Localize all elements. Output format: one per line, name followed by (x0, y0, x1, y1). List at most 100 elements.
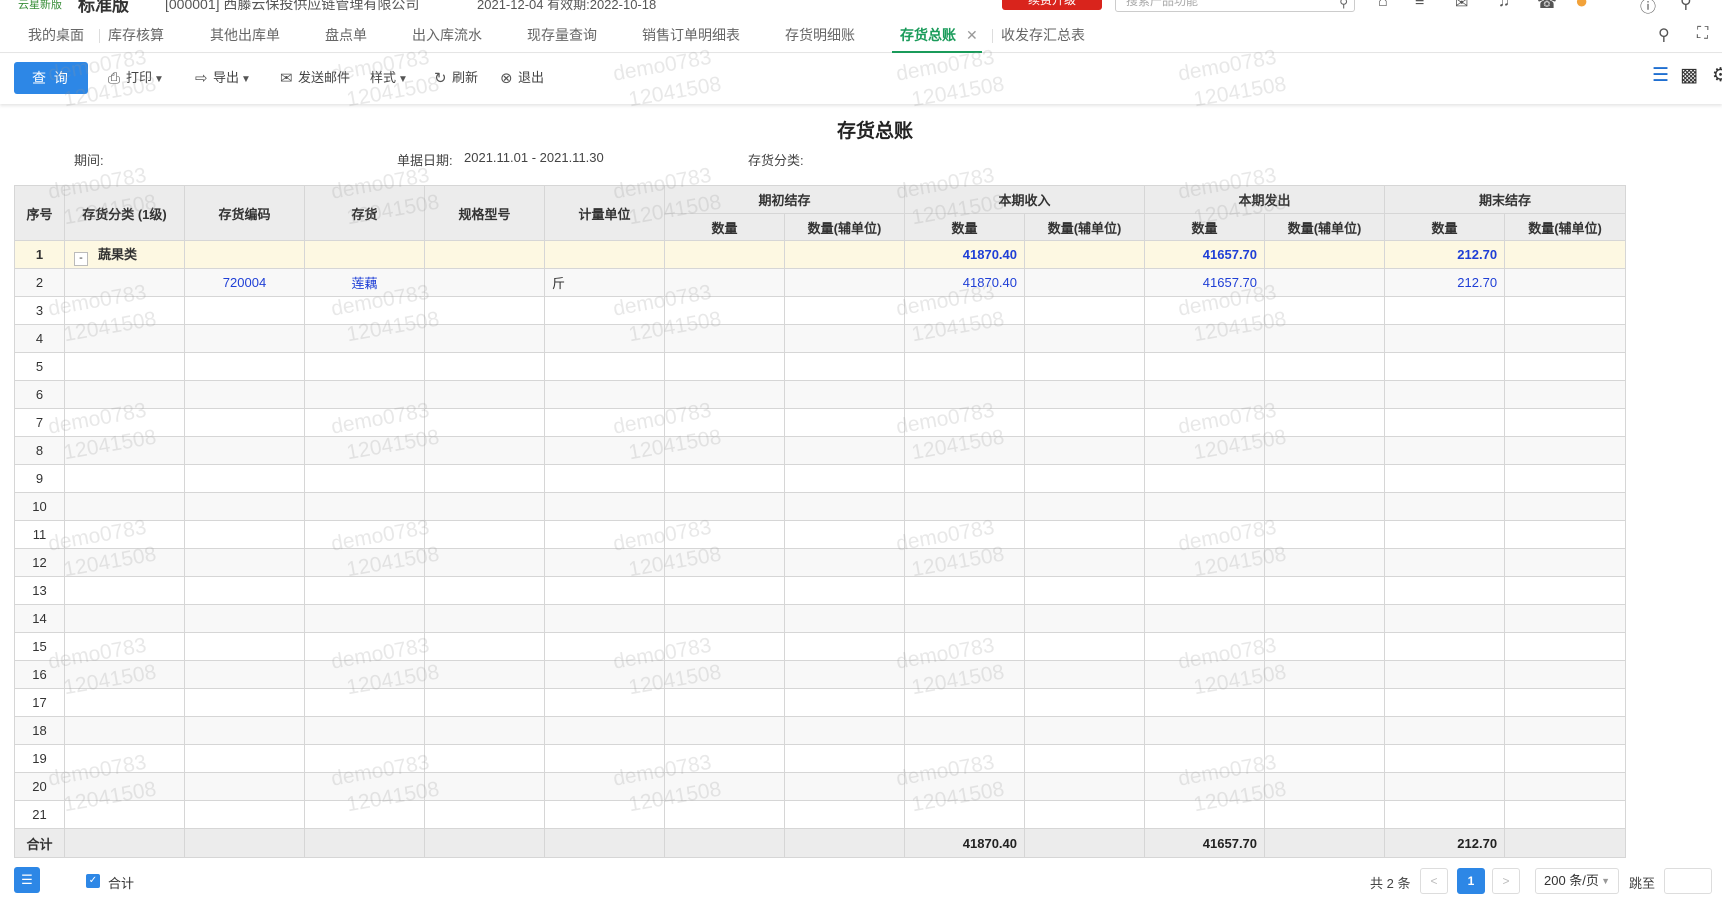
cell-item[interactable]: 莲藕 (304, 268, 425, 297)
settings-icon[interactable]: ⚙ (1712, 64, 1722, 87)
tab-inout-summary[interactable]: 收发存汇总表 (1001, 16, 1085, 53)
header-qty[interactable]: 数量 (904, 213, 1026, 241)
tab-sales-order-detail[interactable]: 销售订单明细表 (642, 16, 740, 53)
header-seq[interactable]: 序号 (14, 185, 65, 241)
header-category[interactable]: 存货分类 (1级) (64, 185, 185, 241)
cell-code (184, 408, 305, 437)
list-view-icon[interactable]: ☰ (1652, 64, 1669, 87)
cell-spec (424, 548, 545, 577)
send-email-label: 发送邮件 (298, 70, 351, 85)
table-row[interactable]: 14 (14, 604, 1627, 633)
tab-stocktake[interactable]: 盘点单 (325, 16, 367, 53)
tab-current-stock[interactable]: 现存量查询 (527, 16, 597, 53)
cell-unit (544, 772, 665, 801)
renew-button[interactable]: 续费升级 (1002, 0, 1102, 10)
send-email-button[interactable]: ✉ 发送邮件 (280, 62, 350, 94)
home-icon[interactable]: ⌂ (1378, 0, 1388, 11)
table-row[interactable]: 1- 蔬果类 41870.40 41657.70 212.70 (14, 240, 1627, 269)
table-row[interactable]: 17 (14, 688, 1627, 717)
message-icon[interactable]: ✉ (1455, 0, 1468, 13)
cell-end-qty (1384, 520, 1506, 549)
cell-spec (424, 716, 545, 745)
avatar[interactable]: ● (1575, 0, 1588, 14)
header-qty[interactable]: 数量 (1384, 213, 1506, 241)
help-icon[interactable]: ⓘ (1640, 0, 1656, 16)
fullscreen-icon[interactable]: ⛶ (1697, 25, 1708, 43)
table-row[interactable]: 11 (14, 520, 1627, 549)
table-row[interactable]: 15 (14, 632, 1627, 661)
cell-out-aux (1264, 520, 1386, 549)
exit-button[interactable]: ⊗ 退出 (500, 62, 544, 94)
column-settings-button[interactable]: ☰ (14, 867, 40, 893)
cell-out-aux (1264, 464, 1386, 493)
tab-close-icon[interactable]: ✕ (966, 16, 978, 54)
header-qty-aux[interactable]: 数量(辅单位) (1504, 213, 1627, 241)
chart-view-icon[interactable]: ▩ (1680, 64, 1698, 87)
global-search-input[interactable]: 搜索产品功能 ⚲ (1115, 0, 1355, 12)
cell-unit (544, 688, 665, 717)
table-row[interactable]: 2 720004 莲藕 斤 41870.40 41657.70 212.70 (14, 268, 1627, 297)
export-button[interactable]: ⇨ 导出 ▼ (195, 62, 251, 94)
table-row[interactable]: 4 (14, 324, 1627, 353)
style-button[interactable]: 样式 ▼ (370, 62, 408, 94)
table-row[interactable]: 12 (14, 548, 1627, 577)
header-qty[interactable]: 数量 (664, 213, 785, 241)
search-icon[interactable]: ⚲ (1339, 0, 1348, 13)
cell-in-qty: 41870.40 (904, 268, 1026, 297)
table-row[interactable]: 8 (14, 436, 1627, 465)
collapse-toggle-icon[interactable]: - (74, 251, 88, 266)
next-page-button[interactable]: > (1492, 868, 1520, 894)
prev-page-button[interactable]: < (1420, 868, 1448, 894)
total-checkbox[interactable]: ✓ (86, 874, 100, 888)
header-code[interactable]: 存货编码 (184, 185, 305, 241)
jump-page-input[interactable] (1664, 868, 1712, 894)
header-qty[interactable]: 数量 (1144, 213, 1266, 241)
tab-inventory-general-ledger[interactable]: 存货总账 (892, 16, 982, 53)
page-size-select[interactable]: 200 条/页 ▼ (1535, 868, 1619, 894)
table-row[interactable]: 10 (14, 492, 1627, 521)
cell-in-qty (904, 772, 1026, 801)
tab-inventory-detail-ledger[interactable]: 存货明细账 (785, 16, 855, 53)
header-item[interactable]: 存货 (304, 185, 425, 241)
cell-end-aux (1504, 548, 1627, 577)
header-unit[interactable]: 计量单位 (544, 185, 665, 241)
table-row[interactable]: 19 (14, 744, 1627, 773)
task-list-icon[interactable]: ≡ (1415, 0, 1424, 11)
search-icon[interactable]: ⚲ (1658, 25, 1670, 45)
cell-category (64, 548, 185, 577)
phone-icon[interactable]: ☎ (1537, 0, 1557, 13)
user-icon[interactable]: ⚲ (1680, 0, 1692, 13)
refresh-button[interactable]: ↻ 刷新 (434, 62, 478, 94)
table-row[interactable]: 13 (14, 576, 1627, 605)
print-button[interactable]: ⎙ 打印 ▼ (108, 62, 164, 94)
table-row[interactable]: 16 (14, 660, 1627, 689)
cell-code (184, 632, 305, 661)
bell-icon[interactable]: ♫ (1498, 0, 1510, 11)
cell-unit (544, 324, 665, 353)
table-row[interactable]: 5 (14, 352, 1627, 381)
table-row[interactable]: 18 (14, 716, 1627, 745)
cell-code[interactable]: 720004 (184, 268, 305, 297)
company-name[interactable]: [000001] 西藤云保投供应链管理有限公司 (165, 0, 419, 14)
header-qty-aux[interactable]: 数量(辅单位) (1024, 213, 1146, 241)
table-row[interactable]: 21 (14, 800, 1627, 829)
header-qty-aux[interactable]: 数量(辅单位) (1264, 213, 1386, 241)
tab-other-outbound[interactable]: 其他出库单 (210, 16, 280, 53)
query-button[interactable]: 查 询 (14, 62, 88, 94)
header-spec[interactable]: 规格型号 (424, 185, 545, 241)
table-row[interactable]: 9 (14, 464, 1627, 493)
tab-desktop[interactable]: 我的桌面 (28, 16, 84, 53)
table-row[interactable]: 20 (14, 772, 1627, 801)
table-row[interactable]: 6 (14, 380, 1627, 409)
cell-end-qty (1384, 660, 1506, 689)
cell-item (304, 548, 425, 577)
cell-out-aux (1264, 352, 1386, 381)
tab-stock-flow[interactable]: 出入库流水 (412, 16, 482, 53)
page-1-button[interactable]: 1 (1457, 868, 1485, 894)
cell-spec (424, 436, 545, 465)
header-qty-aux[interactable]: 数量(辅单位) (783, 213, 906, 241)
cell-open-qty (664, 716, 785, 745)
tab-inventory-accounting[interactable]: 库存核算 (108, 16, 164, 53)
table-row[interactable]: 3 (14, 296, 1627, 325)
table-row[interactable]: 7 (14, 408, 1627, 437)
